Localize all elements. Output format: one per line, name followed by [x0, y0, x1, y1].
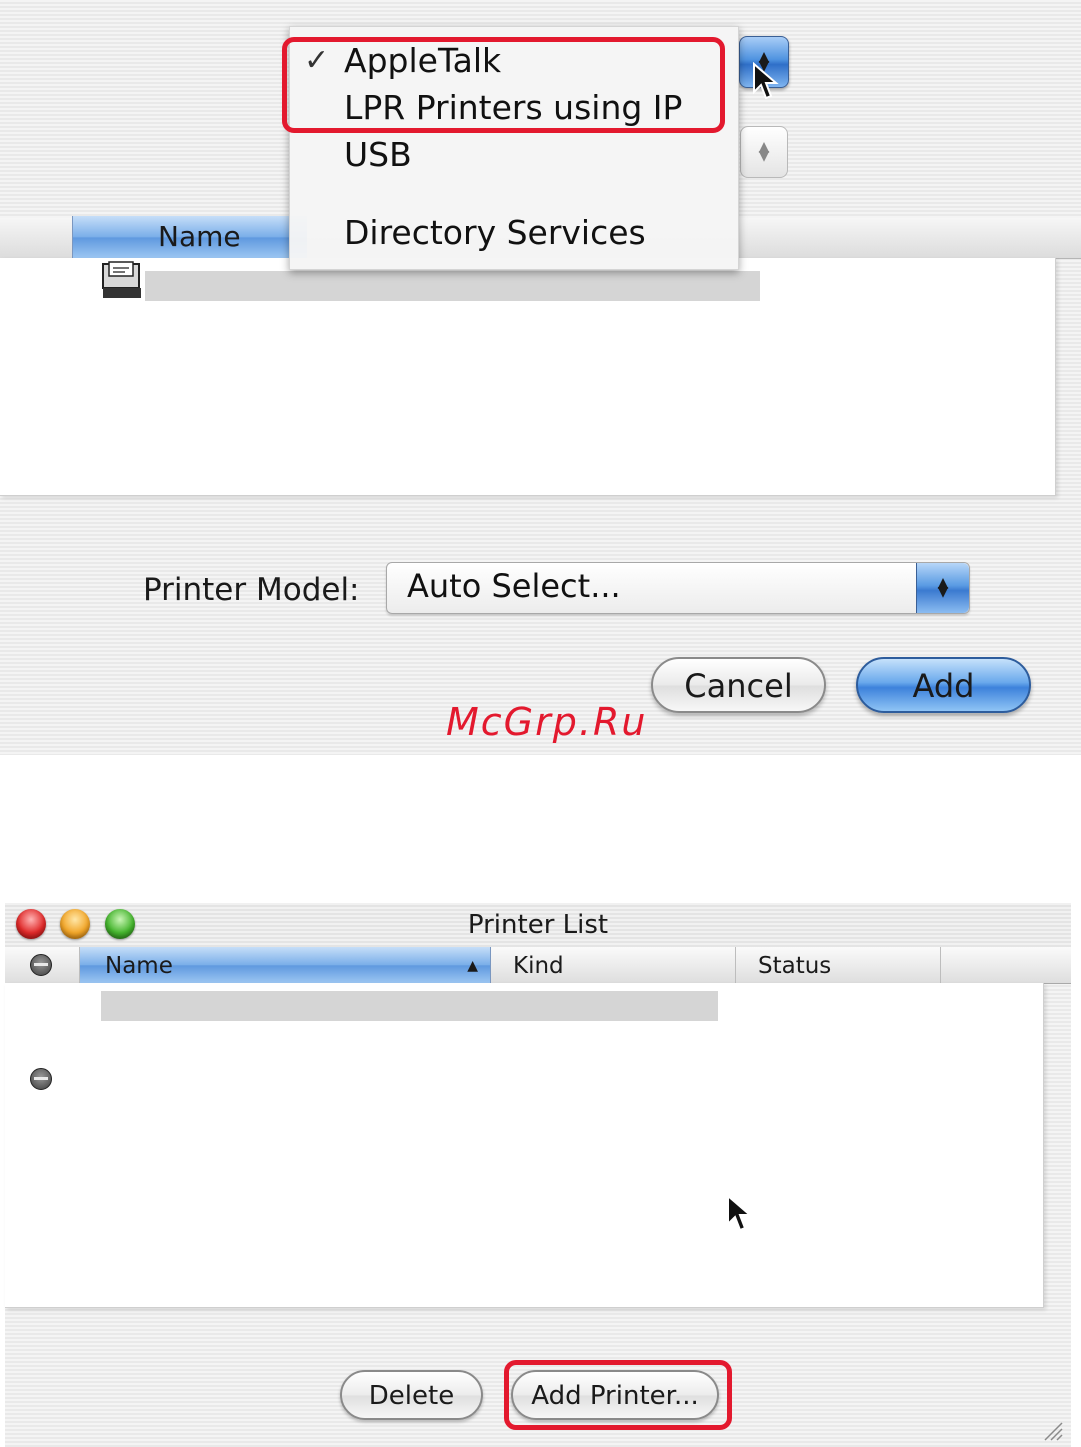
printer-list-column-header: Name ▲ Kind Status — [5, 947, 1071, 984]
up-down-arrows-icon: ▲ ▼ — [937, 575, 949, 600]
column-header-status-icon[interactable] — [5, 947, 80, 983]
printer-model-arrows[interactable]: ▲ ▼ — [916, 563, 969, 613]
column-header-status[interactable]: Status — [736, 947, 941, 983]
redacted-printer-name — [145, 271, 760, 301]
printer-model-value: Auto Select... — [407, 567, 621, 605]
add-printer-sheet: ▲ ▼ ▲ ▼ Name ✓ AppleTalk LPR Printers usin… — [0, 0, 1081, 755]
up-down-arrows-icon: ▲ ▼ — [758, 139, 770, 164]
window-title: Printer List — [467, 910, 609, 940]
redacted-printer-name — [101, 991, 718, 1021]
menu-item-directory-services[interactable]: Directory Services — [344, 213, 646, 252]
watermark-text: McGrp.Ru — [446, 700, 648, 744]
status-icon — [30, 1068, 52, 1090]
printer-list-table[interactable] — [5, 983, 1044, 1308]
column-name-label: Name — [105, 953, 173, 979]
printer-icon — [102, 261, 141, 298]
menu-item-usb[interactable]: USB — [344, 135, 412, 174]
printer-browser-list[interactable] — [0, 258, 1056, 496]
column-header-kind[interactable]: Kind — [491, 947, 736, 983]
highlight-annotation — [282, 37, 725, 133]
printer-model-select[interactable]: Auto Select... ▲ ▼ — [386, 562, 970, 614]
printer-model-label: Printer Model: — [143, 572, 360, 608]
window-titlebar[interactable]: Printer List — [5, 903, 1071, 948]
secondary-popup-button[interactable]: ▲ ▼ — [740, 126, 788, 178]
window-bottom-bar: Delete Add Printer... — [5, 1308, 1071, 1447]
column-header-name[interactable]: Name — [72, 216, 307, 258]
column-header-name[interactable]: Name ▲ — [80, 947, 491, 983]
cancel-button[interactable]: Cancel — [651, 657, 826, 713]
delete-button[interactable]: Delete — [340, 1370, 483, 1420]
sort-ascending-icon: ▲ — [467, 958, 478, 974]
status-icon — [30, 954, 52, 976]
mouse-pointer-icon — [727, 1194, 753, 1232]
highlight-annotation — [504, 1360, 732, 1430]
add-button[interactable]: Add — [856, 657, 1031, 713]
resize-grip-icon[interactable] — [1041, 1419, 1063, 1441]
printer-list-window: Printer List Name ▲ Kind Status Delete A… — [5, 903, 1071, 1447]
mouse-pointer-icon — [753, 62, 779, 100]
